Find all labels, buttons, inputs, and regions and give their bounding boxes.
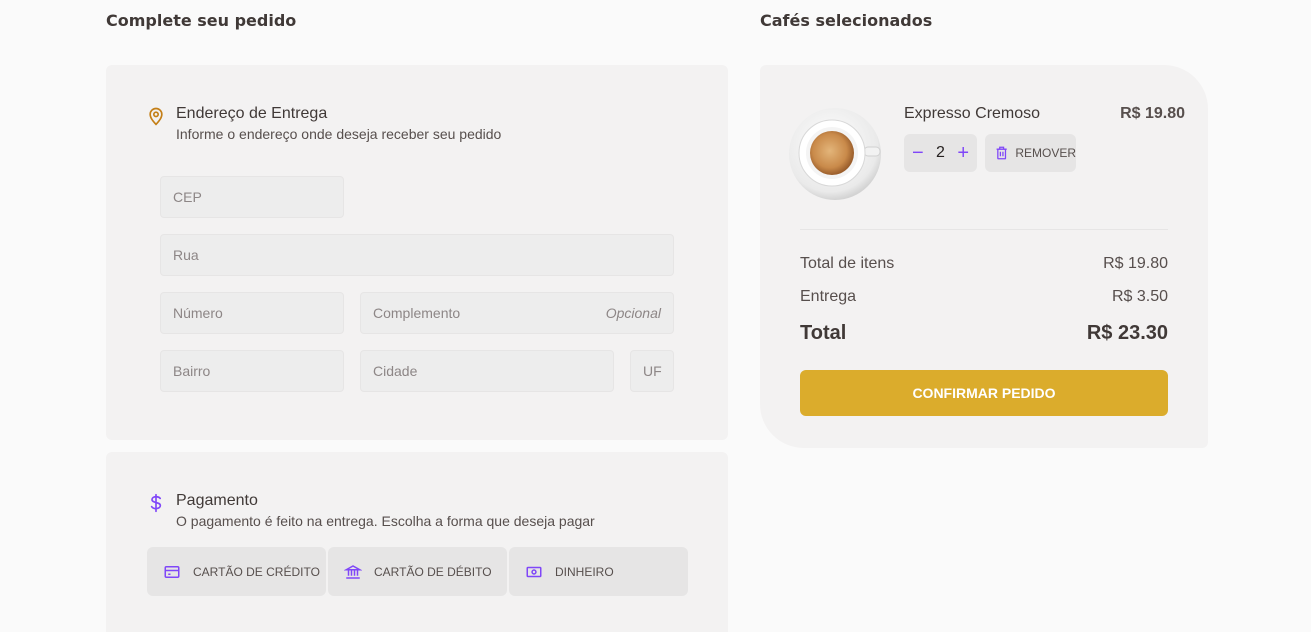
- quantity-stepper: − 2 +: [904, 134, 977, 172]
- dollar-icon: [150, 493, 162, 513]
- number-placeholder: Número: [173, 305, 223, 321]
- delivery-value: R$ 3.50: [1111, 288, 1168, 305]
- credit-card-label: CARTÃO DE CRÉDITO: [193, 564, 320, 579]
- complement-placeholder: Complemento: [373, 305, 461, 321]
- cep-input[interactable]: CEP: [160, 176, 344, 218]
- items-total-row: Total de itens R$ 19.80: [800, 255, 1168, 273]
- total-value: R$ 23.30: [1086, 322, 1168, 344]
- item-price: R$ 19.80: [1120, 105, 1185, 122]
- district-input[interactable]: Bairro: [160, 350, 344, 392]
- item-name: Expresso Cremoso: [904, 105, 1041, 122]
- remove-label: REMOVER: [1015, 146, 1076, 160]
- city-placeholder: Cidade: [373, 363, 418, 379]
- divider: [800, 229, 1168, 230]
- state-placeholder: UF: [643, 363, 662, 379]
- payment-subtitle: O pagamento é feito na entrega. Escolha …: [176, 513, 595, 529]
- trash-icon: [996, 146, 1007, 160]
- address-header: Endereço de Entrega Informe o endereço o…: [146, 103, 501, 143]
- cep-placeholder: CEP: [173, 189, 202, 205]
- credit-card-button[interactable]: CARTÃO DE CRÉDITO: [147, 547, 326, 596]
- street-input[interactable]: Rua: [160, 234, 674, 276]
- payment-title: Pagamento: [176, 492, 258, 509]
- coffee-cup-image: [789, 108, 881, 200]
- address-subtitle: Informe o endereço onde deseja receber s…: [176, 126, 502, 142]
- total-row: Total R$ 23.30: [800, 322, 1168, 345]
- cash-label: DINHEIRO: [555, 564, 614, 579]
- confirm-order-button[interactable]: CONFIRMAR PEDIDO: [800, 370, 1168, 416]
- street-placeholder: Rua: [173, 247, 199, 263]
- credit-card-icon: [164, 565, 180, 578]
- cart-card: Expresso Cremoso R$ 19.80 − 2 + REMOVER …: [760, 65, 1208, 448]
- payment-header: Pagamento O pagamento é feito na entrega…: [146, 490, 595, 530]
- delivery-row: Entrega R$ 3.50: [800, 288, 1168, 306]
- payment-card: Pagamento O pagamento é feito na entrega…: [106, 452, 728, 632]
- total-label: Total: [800, 322, 847, 344]
- number-input[interactable]: Número: [160, 292, 344, 334]
- debit-card-button[interactable]: CARTÃO DE DÉBITO: [328, 547, 507, 596]
- delivery-label: Entrega: [800, 288, 857, 305]
- items-total-value: R$ 19.80: [1103, 255, 1168, 272]
- remove-button[interactable]: REMOVER: [985, 134, 1076, 172]
- address-card: Endereço de Entrega Informe o endereço o…: [106, 65, 728, 440]
- minus-button[interactable]: −: [912, 143, 924, 163]
- quantity-value: 2: [936, 144, 945, 161]
- optional-hint: Opcional: [605, 305, 661, 321]
- district-placeholder: Bairro: [173, 363, 211, 379]
- address-title: Endereço de Entrega: [176, 105, 328, 122]
- complement-input[interactable]: Complemento Opcional: [360, 292, 674, 334]
- selected-coffees-title: Cafés selecionados: [760, 11, 933, 30]
- payment-options: CARTÃO DE CRÉDITO CARTÃO DE DÉBITO DINHE…: [147, 547, 688, 596]
- money-icon: [526, 566, 542, 577]
- bank-icon: [344, 564, 362, 579]
- state-input[interactable]: UF: [630, 350, 674, 392]
- order-title: Complete seu pedido: [106, 11, 297, 30]
- map-pin-icon: [149, 107, 163, 126]
- debit-card-label: CARTÃO DE DÉBITO: [374, 564, 492, 579]
- plus-button[interactable]: +: [957, 143, 969, 163]
- cash-button[interactable]: DINHEIRO: [509, 547, 688, 596]
- items-total-label: Total de itens: [800, 255, 895, 272]
- city-input[interactable]: Cidade: [360, 350, 614, 392]
